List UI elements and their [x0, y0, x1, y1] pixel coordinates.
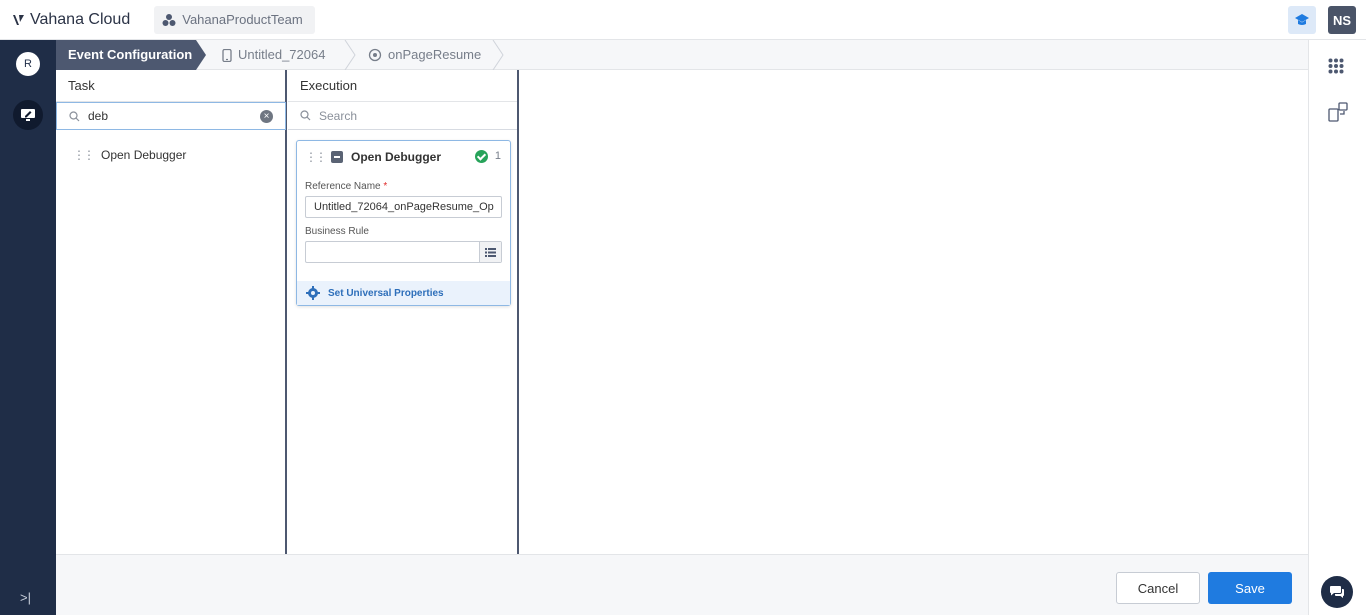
- task-panel-title: Task: [56, 70, 285, 102]
- user-avatar[interactable]: NS: [1328, 6, 1356, 34]
- top-header: Vahana Cloud VahanaProductTeam NS: [0, 0, 1366, 40]
- search-icon: [69, 110, 80, 121]
- cancel-button[interactable]: Cancel: [1116, 572, 1200, 604]
- workspace-avatar[interactable]: R: [16, 52, 40, 76]
- task-card-header[interactable]: ⋮⋮ Open Debugger 1: [297, 141, 510, 173]
- breadcrumb-label: Untitled_72064: [238, 47, 326, 62]
- list-icon: [485, 247, 496, 257]
- app-logo[interactable]: Vahana Cloud: [12, 11, 130, 29]
- execution-search-input[interactable]: [319, 108, 479, 123]
- gear-icon: [306, 286, 320, 300]
- task-panel: Task × ⋮⋮ Open Debugger: [56, 70, 287, 554]
- chevron-separator-icon: [492, 40, 504, 70]
- reference-name-input[interactable]: Untitled_72064_onPageResume_Op: [305, 196, 502, 218]
- footer-bar: Cancel Save: [56, 554, 1308, 615]
- task-item-label: Open Debugger: [101, 148, 187, 162]
- vahana-logo-icon: [13, 14, 24, 25]
- drag-handle-icon[interactable]: ⋮⋮: [73, 148, 95, 162]
- business-rule-input[interactable]: [305, 241, 502, 263]
- task-card-count: 1: [494, 150, 501, 162]
- sidebar-item-designer[interactable]: [13, 100, 43, 130]
- required-mark: *: [383, 181, 388, 192]
- chat-support-button[interactable]: [1321, 576, 1353, 608]
- phone-icon: [222, 48, 232, 62]
- search-icon: [300, 110, 311, 121]
- breadcrumb-label: onPageResume: [388, 47, 482, 62]
- breadcrumb-arrow: [196, 40, 206, 70]
- team-icon: [162, 13, 176, 26]
- app-name: Vahana Cloud: [30, 10, 131, 28]
- left-sidebar: R >|: [0, 40, 56, 615]
- team-selector[interactable]: VahanaProductTeam: [154, 5, 315, 34]
- learning-button[interactable]: [1288, 6, 1316, 34]
- target-icon: [368, 48, 382, 62]
- execution-search: [288, 102, 517, 130]
- set-universal-properties-button[interactable]: Set Universal Properties: [297, 281, 510, 305]
- team-name: VahanaProductTeam: [182, 12, 303, 27]
- task-item[interactable]: ⋮⋮ Open Debugger: [56, 145, 285, 165]
- graduation-cap-icon: [1295, 14, 1309, 25]
- apps-grid-icon[interactable]: [1328, 58, 1344, 74]
- data-flow-icon[interactable]: [1328, 102, 1348, 122]
- breadcrumb-item-event[interactable]: onPageResume: [368, 40, 481, 70]
- save-button[interactable]: Save: [1208, 572, 1292, 604]
- clear-search-icon[interactable]: ×: [260, 110, 273, 123]
- business-rule-picker-button[interactable]: [479, 242, 501, 262]
- chevron-separator-icon: [344, 40, 356, 70]
- breadcrumb-item-event-configuration[interactable]: Event Configuration: [56, 40, 196, 70]
- task-card: ⋮⋮ Open Debugger 1 Reference Name * Unti…: [296, 140, 511, 306]
- universal-label: Set Universal Properties: [328, 287, 444, 299]
- task-search: ×: [56, 102, 286, 130]
- drag-handle-icon[interactable]: ⋮⋮: [305, 150, 327, 164]
- right-sidebar: [1308, 40, 1366, 615]
- chat-icon: [1330, 586, 1344, 598]
- expand-sidebar-icon[interactable]: >|: [20, 590, 31, 605]
- breadcrumb-item-page[interactable]: Untitled_72064: [222, 40, 325, 70]
- collapse-icon[interactable]: [331, 151, 343, 163]
- task-card-title: Open Debugger: [351, 150, 442, 164]
- task-search-input[interactable]: [88, 109, 248, 123]
- reference-name-label: Reference Name *: [305, 181, 388, 192]
- breadcrumb: Event Configuration Untitled_72064 onPag…: [56, 40, 1308, 70]
- business-rule-label: Business Rule: [305, 226, 369, 237]
- execution-panel-title: Execution: [288, 70, 517, 102]
- monitor-edit-icon: [21, 109, 35, 121]
- success-check-icon: [475, 150, 488, 163]
